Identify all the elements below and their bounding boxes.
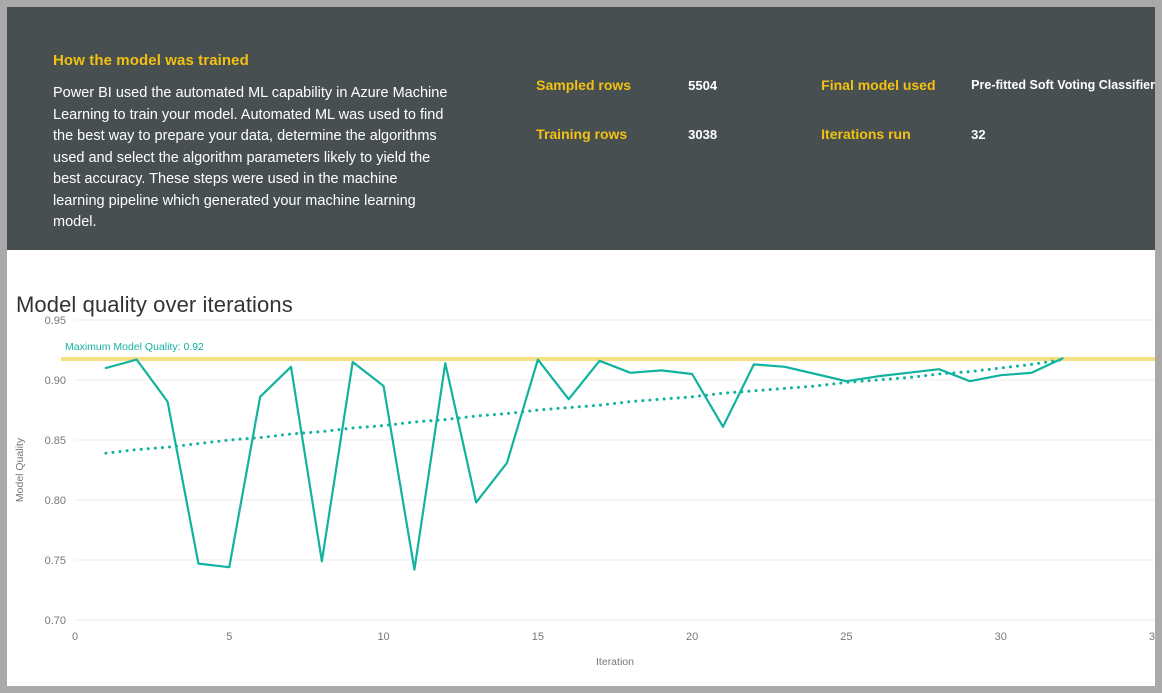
x-axis-tick-label: 20 (686, 631, 698, 643)
model-quality-chart-panel: Model quality over iterations 0.70 0.75 0.… (7, 250, 1155, 686)
x-axis-tick-label: 15 (532, 631, 544, 643)
y-axis-tick-label: 0.85 (45, 435, 66, 447)
stat-value-iterations-run: 32 (971, 127, 986, 142)
y-axis-tick-label: 0.70 (45, 615, 66, 627)
stat-value-training-rows: 3038 (688, 127, 718, 142)
stat-value-final-model-used: Pre-fitted Soft Voting Classifier (971, 78, 1155, 92)
header-description-block: How the model was trained Power BI used … (7, 7, 472, 250)
y-axis-tick-label: 0.75 (45, 555, 66, 567)
chart-plot-area[interactable]: 0.70 0.75 0.80 0.85 0.90 0.95 0 5 10 15 20 25 30 35 It… (7, 310, 1155, 686)
stat-label-sampled-rows: Sampled rows (536, 77, 632, 93)
training-stats-grid: Sampled rows 5504 Final model used Pre-f… (536, 77, 1155, 142)
header-description-text: Power BI used the automated ML capabilit… (53, 85, 448, 230)
model-quality-line-chart[interactable]: 0.70 0.75 0.80 0.85 0.90 0.95 0 5 10 15 20 25 30 35 It… (7, 310, 1155, 686)
x-axis-tick-label: 10 (377, 631, 389, 643)
y-axis-tick-label: 0.95 (45, 315, 66, 327)
x-axis-tick-label: 35 (1149, 631, 1155, 643)
x-axis-tick-label: 25 (840, 631, 852, 643)
y-axis-title: Model Quality (14, 437, 26, 502)
report-page: How the model was trained Power BI used … (0, 0, 1162, 693)
annotation-max-model-quality: Maximum Model Quality: 0.92 (65, 341, 204, 353)
x-axis-tick-label: 5 (226, 631, 232, 643)
stat-value-sampled-rows: 5504 (688, 78, 718, 93)
y-axis-tick-label: 0.90 (45, 375, 66, 387)
y-axis-tick-label: 0.80 (45, 495, 66, 507)
series-line-trend[interactable] (104, 358, 1064, 455)
stat-label-training-rows: Training rows (536, 126, 628, 142)
stat-label-iterations-run: Iterations run (821, 126, 911, 142)
training-stats-block: Sampled rows 5504 Final model used Pre-f… (472, 7, 1155, 250)
x-axis-title: Iteration (596, 656, 634, 668)
header-title: How the model was trained (53, 52, 249, 69)
model-training-header: How the model was trained Power BI used … (7, 7, 1155, 250)
series-line-model-quality[interactable] (104, 357, 1064, 571)
x-axis-tick-label: 30 (995, 631, 1007, 643)
x-axis-tick-label: 0 (72, 631, 78, 643)
stat-label-final-model-used: Final model used (821, 77, 936, 93)
